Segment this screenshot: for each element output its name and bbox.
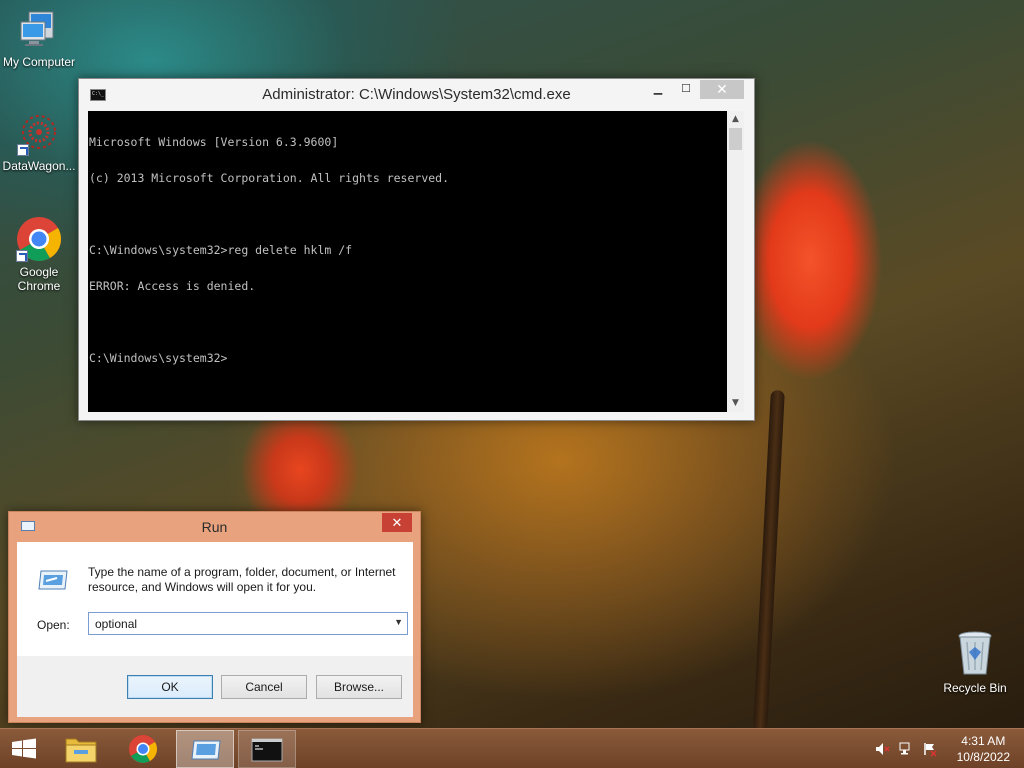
computer-icon xyxy=(17,8,61,52)
taskbar-clock[interactable]: 4:31 AM 10/8/2022 xyxy=(957,733,1010,765)
desktop-icon-label: Google Chrome xyxy=(17,265,61,293)
cancel-button[interactable]: Cancel xyxy=(221,675,307,699)
clock-time: 4:31 AM xyxy=(961,734,1006,748)
action-center-flag-icon[interactable] xyxy=(922,741,938,757)
open-combobox-input[interactable]: optional ▼ xyxy=(88,612,408,635)
maximize-button[interactable]: ☐ xyxy=(672,80,700,99)
chrome-icon xyxy=(129,735,157,763)
cmd-taskbar-button[interactable] xyxy=(238,730,296,768)
close-button[interactable]: ✕ xyxy=(382,513,412,532)
desktop-icon-recycle-bin[interactable]: Recycle Bin xyxy=(936,630,1014,695)
open-label: Open: xyxy=(37,618,70,632)
start-button[interactable] xyxy=(0,730,48,768)
run-body: Type the name of a program, folder, docu… xyxy=(17,542,413,656)
scroll-down-arrow-icon[interactable]: ▼ xyxy=(727,395,744,412)
ok-button[interactable]: OK xyxy=(127,675,213,699)
shortcut-arrow-icon xyxy=(17,144,29,156)
desktop-icon-my-computer[interactable]: My Computer xyxy=(0,8,78,69)
run-footer: OK Cancel Browse... xyxy=(17,656,413,717)
run-app-icon xyxy=(37,569,69,591)
chrome-icon xyxy=(16,216,62,262)
cmd-window[interactable]: Administrator: C:\Windows\System32\cmd.e… xyxy=(78,78,755,421)
cmd-icon xyxy=(251,738,283,762)
minimize-button[interactable]: ▁ xyxy=(644,80,672,99)
console-line: ERROR: Access is denied. xyxy=(89,279,256,293)
wallpaper-stem xyxy=(753,389,785,731)
desktop-icon-label: DataWagon... xyxy=(2,159,76,173)
shortcut-arrow-icon xyxy=(16,250,28,262)
network-icon[interactable] xyxy=(898,741,914,757)
file-explorer-taskbar-button[interactable] xyxy=(52,730,110,768)
taskbar: 4:31 AM 10/8/2022 xyxy=(0,728,1024,768)
console-output[interactable]: Microsoft Windows [Version 6.3.9600] (c)… xyxy=(88,111,727,412)
desktop-icon-datawagon[interactable]: DataWagon... xyxy=(0,112,78,173)
run-description: Type the name of a program, folder, docu… xyxy=(88,565,396,594)
recycle-bin-icon xyxy=(955,630,995,678)
chevron-down-icon[interactable]: ▼ xyxy=(394,617,403,627)
console-line: C:\Windows\system32>reg delete hklm /f xyxy=(89,243,353,257)
console-scrollbar[interactable]: ▲ ▼ xyxy=(727,111,744,412)
close-button[interactable]: ✕ xyxy=(700,80,744,99)
run-dialog[interactable]: Run ✕ Type the name of a program, folder… xyxy=(8,511,421,723)
volume-muted-icon[interactable] xyxy=(874,741,890,757)
cmd-titlebar[interactable]: Administrator: C:\Windows\System32\cmd.e… xyxy=(79,79,754,109)
scroll-up-arrow-icon[interactable]: ▲ xyxy=(727,111,744,128)
run-dialog-title: Run xyxy=(201,519,228,535)
console-prompt: C:\Windows\system32> xyxy=(89,351,228,365)
open-input-value: optional xyxy=(95,617,138,631)
desktop-icon-label: Recycle Bin xyxy=(943,681,1007,695)
scroll-thumb[interactable] xyxy=(729,128,742,150)
clock-date: 10/8/2022 xyxy=(956,750,1010,764)
run-titlebar[interactable]: Run ✕ xyxy=(9,512,420,542)
console-line: Microsoft Windows [Version 6.3.9600] xyxy=(89,135,339,149)
desktop-icon-google-chrome[interactable]: Google Chrome xyxy=(0,216,78,293)
folder-icon xyxy=(65,738,97,763)
chrome-taskbar-button[interactable] xyxy=(114,730,172,768)
run-taskbar-button[interactable] xyxy=(176,730,234,768)
browse-button[interactable]: Browse... xyxy=(316,675,402,699)
datawagon-icon xyxy=(17,112,61,156)
console-line: (c) 2013 Microsoft Corporation. All righ… xyxy=(89,171,450,185)
desktop-icon-label: My Computer xyxy=(2,55,76,69)
run-icon xyxy=(191,740,221,760)
windows-logo-icon xyxy=(12,738,36,759)
